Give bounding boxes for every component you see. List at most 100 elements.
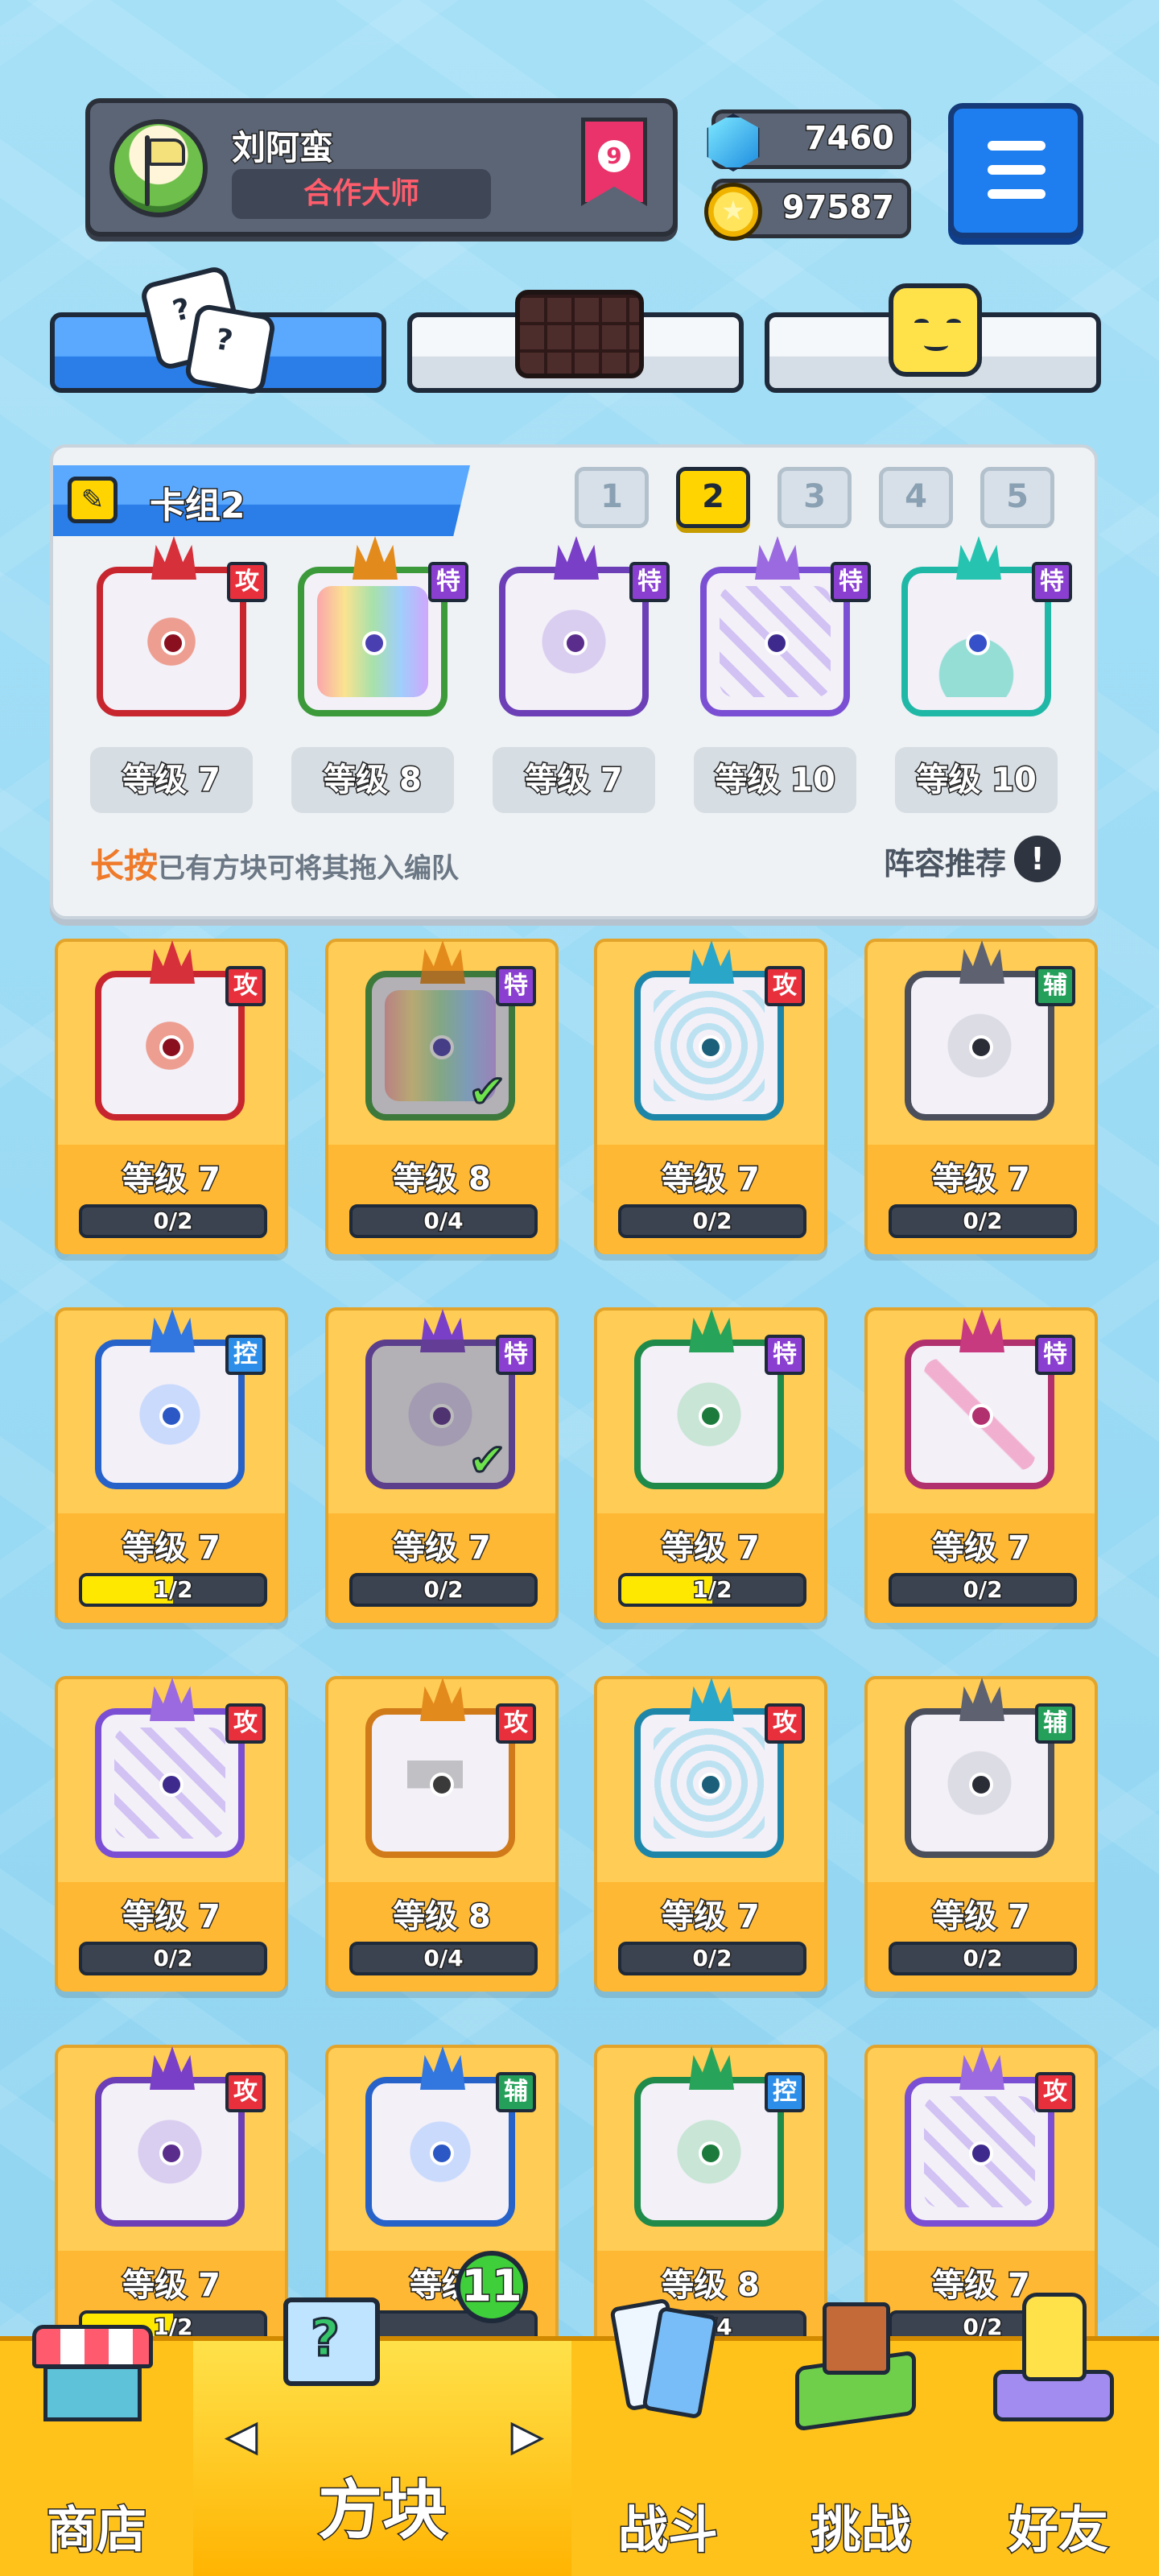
deck-tab-1[interactable]: 1 [575, 467, 649, 528]
dragon-crown-icon [151, 536, 196, 580]
nav-label-friends: 好友 [1007, 2500, 1109, 2561]
hint-text: 已有方块可将其拖入编队 [158, 852, 460, 885]
flag-icon [148, 138, 185, 166]
deck-tab-4[interactable]: 4 [879, 467, 953, 528]
type-badge: 攻 [225, 966, 266, 1006]
dice-card[interactable]: 攻等级 7 1/2 [55, 2045, 288, 2360]
deck-title-bar[interactable]: ✎ 卡组2 [53, 465, 470, 536]
dice-art: 控 [634, 2046, 805, 2227]
prev-arrow-icon[interactable]: ◀ [226, 2413, 258, 2460]
dragon-crown-icon [689, 1309, 734, 1352]
dice-pip [699, 2141, 723, 2165]
deck-title: 卡组2 [149, 485, 247, 528]
dice-card[interactable]: 攻等级 7 0/2 [55, 1676, 288, 1992]
dice-card[interactable]: 攻等级 7 0/2 [594, 939, 827, 1254]
card-level: 等级 7 [931, 1160, 1032, 1199]
nav-cubes[interactable]: ? 方块 [193, 2297, 571, 2576]
nav-shop[interactable]: 商店 [0, 2325, 193, 2576]
player-avatar[interactable] [109, 119, 208, 217]
friends-character [1022, 2293, 1087, 2381]
dragon-crown-icon [420, 1678, 465, 1721]
deck-panel: ✎ 卡组2 1 2 3 4 5 攻等级 7 特等级 8 特等级 7 特等级 10 特等级… [50, 444, 1098, 919]
card-level: 等级 8 [661, 2266, 761, 2306]
dice-pip [430, 2141, 454, 2165]
friends-icon [993, 2293, 1114, 2421]
dice-card[interactable]: 辅等级 7 0/2 [864, 939, 1098, 1254]
dragon-crown-icon [956, 536, 1001, 580]
menu-button[interactable] [948, 103, 1083, 238]
card-level: 等级 7 [931, 1897, 1032, 1937]
nav-label-cubes: 方块 [317, 2472, 448, 2549]
smiley-mouth [924, 340, 948, 351]
nav-friends[interactable]: 好友 [958, 2293, 1159, 2576]
shop-awning [32, 2325, 153, 2368]
dice-pip [362, 631, 386, 655]
dice-art: 控 [95, 1309, 266, 1489]
player-profile-card[interactable]: 刘阿蛮 合作大师 9 [85, 98, 678, 237]
dice-card[interactable]: 特等级 7 0/2 [864, 1307, 1098, 1623]
coin-amount: 97587 [781, 188, 895, 228]
dice-card[interactable]: 辅等级 7 0/2 [864, 1676, 1098, 1992]
progress-text: 0/2 [962, 1208, 1004, 1235]
dice-card[interactable]: 攻等级 7 0/2 [55, 939, 288, 1254]
check-icon: ✔ [468, 1065, 508, 1120]
gem-icon [707, 114, 760, 171]
challenge-icon [795, 2302, 916, 2432]
dice-pip [159, 1773, 184, 1797]
dice-art: 特 [905, 1309, 1075, 1489]
dice-art: 攻 [905, 2046, 1075, 2227]
type-badge: 辅 [1035, 966, 1075, 1006]
dice-card[interactable]: 特等级 7 1/2 [594, 1307, 827, 1623]
hint-highlight: 长按 [90, 846, 159, 886]
type-badge: 特 [765, 1335, 805, 1375]
type-badge: 攻 [496, 1703, 536, 1744]
dragon-crown-icon [150, 1678, 195, 1721]
gem-counter[interactable]: 7460 [707, 109, 911, 171]
progress-text: 0/2 [152, 1945, 194, 1972]
card-level: 等级 8 [392, 1160, 493, 1199]
card-level: 等级 7 [122, 1529, 222, 1568]
deck-tab-2[interactable]: 2 [676, 467, 750, 528]
nav-label-challenge: 挑战 [810, 2500, 912, 2561]
progress-text: 0/2 [423, 1576, 464, 1604]
dice-art: 攻 [634, 940, 805, 1121]
rank-level: 9 [588, 140, 641, 172]
nav-label-shop: 商店 [45, 2500, 147, 2561]
upgrade-progress-bar: 0/2 [889, 1204, 1077, 1238]
dice-card[interactable]: ✔ 特等级 8 0/4 [325, 939, 559, 1254]
info-icon[interactable]: ! [1014, 836, 1061, 882]
deck-slot-level: 等级 10 [694, 747, 856, 813]
type-badge: 辅 [496, 2072, 536, 2112]
dice-card[interactable]: 攻等级 7 0/2 [594, 1676, 827, 1992]
shop-icon [32, 2325, 153, 2421]
nav-challenge[interactable]: 挑战 [765, 2302, 958, 2576]
dice-pip [966, 631, 990, 655]
player-name: 刘阿蛮 [230, 127, 334, 169]
coin-counter[interactable]: ★ 97587 [704, 179, 911, 241]
deck-tab-3[interactable]: 3 [777, 467, 852, 528]
dice-card[interactable]: 攻等级 8 0/4 [325, 1676, 559, 1992]
dragon-crown-icon [959, 940, 1004, 984]
progress-text: 1/2 [691, 1576, 733, 1604]
type-badge: 控 [225, 1335, 266, 1375]
next-arrow-icon[interactable]: ▶ [511, 2413, 543, 2460]
dice-art: 特 [700, 536, 871, 716]
recommend-lineup-button[interactable]: 阵容推荐 [884, 839, 1006, 883]
dice-pip [969, 1035, 993, 1059]
dice-pip [161, 631, 185, 655]
dice-art: 辅 [365, 2046, 536, 2227]
deck-slot-level: 等级 7 [90, 747, 253, 813]
progress-text: 0/2 [962, 1576, 1004, 1604]
dice-art: 攻 [95, 940, 266, 1121]
smiley-eye [914, 319, 929, 327]
dice-card[interactable]: 控等级 7 1/2 [55, 1307, 288, 1623]
dice-card[interactable]: ✔ 特等级 7 0/2 [325, 1307, 559, 1623]
dice-art: 特 [901, 536, 1072, 716]
pencil-icon[interactable]: ✎ [68, 477, 118, 523]
dragon-crown-icon [150, 1309, 195, 1352]
cube-count-badge: 11 [456, 2251, 528, 2323]
upgrade-progress-bar: 0/2 [618, 1942, 806, 1975]
deck-tab-5[interactable]: 5 [980, 467, 1054, 528]
progress-text: 0/2 [691, 1945, 733, 1972]
nav-battle[interactable]: 战斗 [571, 2297, 765, 2576]
